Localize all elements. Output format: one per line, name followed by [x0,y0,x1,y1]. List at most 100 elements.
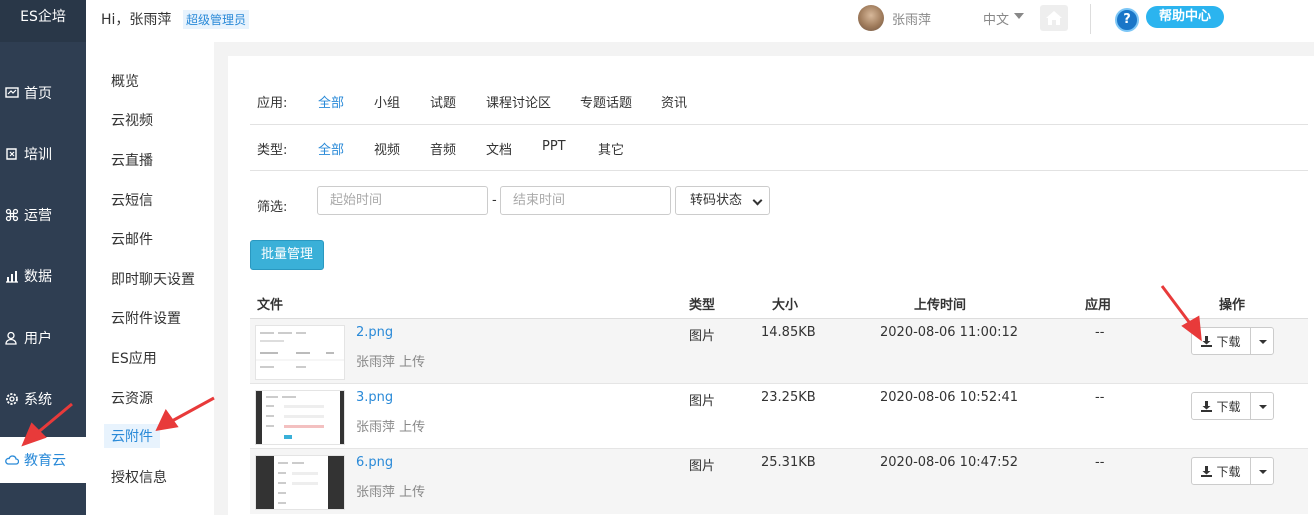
main-panel: 应用: 全部 小组 试题 课程讨论区 专题话题 资讯 类型: 全部 视频 音频 … [228,56,1314,515]
home-icon [1046,11,1062,25]
file-name-link[interactable]: 6.png [356,455,393,470]
top-bar: Hi，张雨萍 超级管理员 张雨萍 中文 ? 帮助中心 [86,0,1314,42]
download-button[interactable]: 下载 [1191,327,1251,355]
file-thumbnail[interactable] [255,325,345,380]
type-filter-label: 类型: [257,143,288,158]
app-filter-discussion[interactable]: 课程讨论区 [486,92,551,111]
nav-label: 用户 [24,331,52,347]
column-header-app: 应用 [1085,298,1112,313]
app-filter-news[interactable]: 资讯 [661,92,687,111]
type-filter-audio[interactable]: 音频 [430,139,456,158]
subnav-item-cloud-video[interactable]: 云视频 [111,110,153,130]
file-type: 图片 [689,459,716,474]
app-filter-topic[interactable]: 专题话题 [580,92,632,111]
column-header-action: 操作 [1219,298,1246,313]
file-type: 图片 [689,329,716,344]
help-center-button[interactable]: 帮助中心 [1146,6,1224,28]
uploader-text: 张雨萍 上传 [356,420,426,435]
home-button[interactable] [1040,5,1068,31]
app-filter-all[interactable]: 全部 [318,92,344,111]
subnav-item-attachment-settings[interactable]: 云附件设置 [111,308,181,328]
user-icon [5,331,17,345]
chart-icon [6,271,18,283]
file-name-link[interactable]: 2.png [356,325,393,340]
command-icon [5,208,19,222]
column-header-size: 大小 [772,298,799,313]
nav-label: 系统 [24,392,52,408]
app-filter-group[interactable]: 小组 [374,92,400,111]
upload-time: 2020-08-06 10:47:52 [880,455,1019,470]
type-filter-document[interactable]: 文档 [486,139,512,158]
type-filter-video[interactable]: 视频 [374,139,400,158]
gear-icon [6,393,18,405]
download-dropdown-toggle[interactable] [1250,392,1274,420]
subnav-item-cloud-attachments[interactable]: 云附件 [104,424,160,448]
download-icon [1201,400,1213,412]
nav-label: 培训 [24,147,52,163]
download-dropdown-toggle[interactable] [1250,327,1274,355]
divider [250,170,1308,171]
subnav-item-overview[interactable]: 概览 [111,71,139,91]
app-value: -- [1095,325,1105,340]
download-label: 下载 [1216,334,1241,349]
start-time-input[interactable]: 起始时间 [317,186,488,215]
subnav-item-cloud-resources[interactable]: 云资源 [111,388,153,408]
sub-nav: 概览 云视频 云直播 云短信 云邮件 即时聊天设置 云附件设置 ES应用 云资源… [86,42,214,515]
transcode-status-select[interactable]: 转码状态 [675,186,770,215]
file-thumbnail[interactable] [255,455,345,510]
nav-label: 教育云 [24,453,66,469]
caret-down-icon [1259,405,1267,409]
subnav-item-cloud-email[interactable]: 云邮件 [111,229,153,249]
nav-item-home[interactable]: 首页 [0,73,86,113]
nav-item-operations[interactable]: 运营 [0,195,86,235]
download-button[interactable]: 下载 [1191,457,1251,485]
upload-time: 2020-08-06 10:52:41 [880,390,1019,405]
table-row: 2.png 张雨萍 上传 图片 14.85KB 2020-08-06 11:00… [250,319,1308,384]
type-filter-all[interactable]: 全部 [318,139,344,158]
subnav-item-cloud-live[interactable]: 云直播 [111,150,153,170]
transcode-status-value: 转码状态 [690,193,743,208]
end-time-input[interactable]: 结束时间 [500,186,671,215]
uploader-text: 张雨萍 上传 [356,355,426,370]
help-question-icon[interactable]: ? [1115,8,1139,32]
column-header-file: 文件 [257,298,284,313]
app-filter-quiz[interactable]: 试题 [430,92,456,111]
subnav-item-license-info[interactable]: 授权信息 [111,467,167,487]
file-name-link[interactable]: 3.png [356,390,393,405]
divider [1090,4,1091,34]
batch-manage-button[interactable]: 批量管理 [250,240,324,270]
subnav-item-es-apps[interactable]: ES应用 [111,348,157,368]
avatar[interactable] [858,5,884,31]
subnav-item-cloud-sms[interactable]: 云短信 [111,190,153,210]
table-row: 6.png 张雨萍 上传 图片 25.31KB 2020-08-06 10:47… [250,449,1308,514]
type-filter-other[interactable]: 其它 [598,139,624,158]
uploader-text: 张雨萍 上传 [356,485,426,500]
download-button[interactable]: 下载 [1191,392,1251,420]
divider [250,124,1308,125]
nav-item-system[interactable]: 系统 [0,379,86,419]
language-select[interactable]: 中文 [983,9,1009,28]
caret-down-icon [1259,470,1267,474]
file-thumbnail[interactable] [255,390,345,445]
nav-label: 首页 [24,86,52,102]
chevron-down-icon[interactable] [1014,13,1024,19]
nav-item-training[interactable]: 培训 [0,134,86,174]
table-row: 3.png 张雨萍 上传 图片 23.25KB 2020-08-06 10:52… [250,384,1308,449]
user-name[interactable]: 张雨萍 [892,9,931,28]
nav-item-edu-cloud[interactable]: 教育云 [0,437,86,483]
download-icon [1201,335,1213,347]
filter-label: 筛选: [257,200,288,215]
brand-logo[interactable]: ES企培 [0,0,86,42]
column-header-type: 类型 [689,298,716,313]
download-label: 下载 [1216,464,1241,479]
nav-item-users[interactable]: 用户 [0,318,86,358]
type-filter-ppt[interactable]: PPT [542,139,566,154]
nav-item-data[interactable]: 数据 [0,256,86,296]
role-badge: 超级管理员 [183,10,250,29]
download-dropdown-toggle[interactable] [1250,457,1274,485]
subnav-item-im-settings[interactable]: 即时聊天设置 [111,269,195,289]
file-size: 25.31KB [761,455,816,470]
file-type: 图片 [689,394,716,409]
caret-down-icon [1259,340,1267,344]
app-value: -- [1095,455,1105,470]
